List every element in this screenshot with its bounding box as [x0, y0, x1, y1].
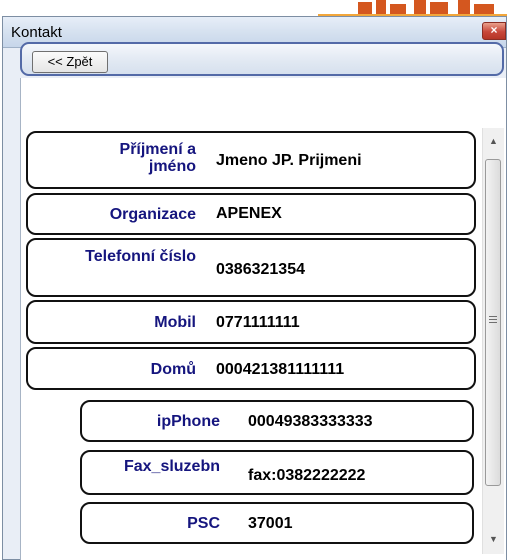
vertical-scrollbar[interactable]: ▲ ▼ — [482, 128, 504, 554]
field-fax-label: Fax_sluzebn — [123, 458, 220, 475]
field-fax-value: fax:0382222222 — [248, 467, 366, 484]
field-mobile: Mobil 0771111111 — [26, 300, 476, 344]
close-button[interactable]: × — [482, 22, 506, 40]
field-phone-value: 0386321354 — [216, 261, 305, 278]
field-name-label: Příjmení a jméno — [119, 141, 196, 175]
field-name-value: Jmeno JP. Prijmeni — [216, 152, 362, 169]
field-phone: Telefonní číslo 0386321354 — [26, 238, 476, 297]
scrollbar-thumb[interactable] — [485, 159, 501, 486]
field-ipphone: ipPhone 00049383333333 — [80, 400, 474, 442]
field-home: Domů 000421381111111 — [26, 347, 476, 390]
field-organization: Organizace APENEX — [26, 193, 476, 235]
field-mobile-value: 0771111111 — [216, 314, 300, 331]
field-ipphone-label: ipPhone — [156, 413, 220, 430]
scroll-down-arrow-icon[interactable]: ▼ — [483, 528, 504, 550]
field-organization-label: Organizace — [109, 206, 196, 223]
field-organization-value: APENEX — [216, 205, 282, 222]
field-ipphone-value: 00049383333333 — [248, 413, 373, 430]
field-postal-code-value: 37001 — [248, 515, 293, 532]
close-icon: × — [490, 23, 498, 37]
field-name: Příjmení a jméno Jmeno JP. Prijmeni — [26, 131, 476, 189]
back-button[interactable]: << Zpět — [32, 51, 108, 73]
field-postal-code: PSC 37001 — [80, 502, 474, 544]
field-home-value: 000421381111111 — [216, 361, 345, 378]
toolbar: << Zpět — [20, 42, 504, 76]
field-fax: Fax_sluzebn fax:0382222222 — [80, 450, 474, 495]
field-home-label: Domů — [150, 361, 196, 378]
field-postal-code-label: PSC — [187, 515, 220, 532]
window-title: Kontakt — [11, 24, 62, 41]
scroll-up-arrow-icon[interactable]: ▲ — [483, 130, 504, 152]
field-mobile-label: Mobil — [154, 314, 196, 331]
field-phone-label: Telefonní číslo — [85, 248, 196, 265]
